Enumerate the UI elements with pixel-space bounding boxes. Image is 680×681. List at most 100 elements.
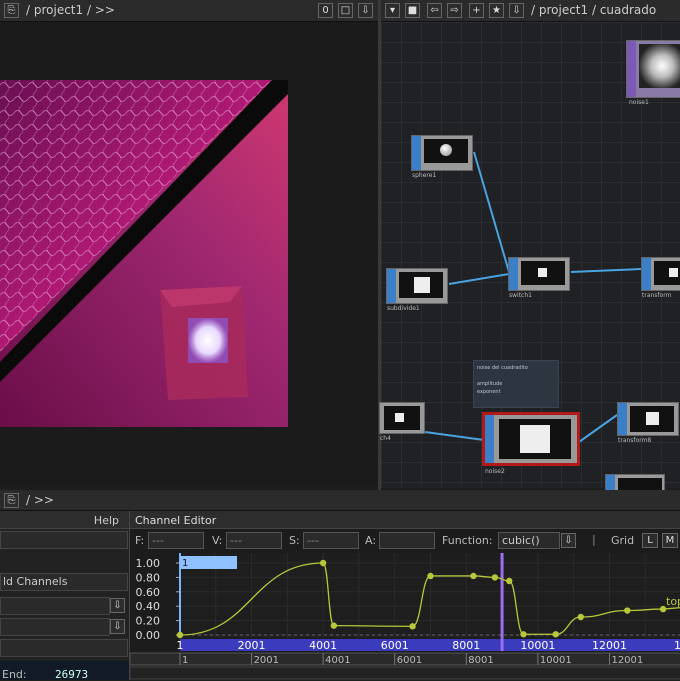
ruler-label: 8001 bbox=[468, 655, 493, 666]
left-node-label: ch4 bbox=[380, 435, 391, 442]
viewer-titlebar: ⎘ / project1 / >> 0 □ ⇩ bbox=[0, 0, 380, 22]
left-partial-node[interactable]: ch4 bbox=[379, 402, 425, 442]
noise2-node[interactable]: noise2 bbox=[482, 412, 580, 475]
keyframe-point bbox=[330, 622, 338, 629]
channel-editor-header: Channel Editor bbox=[130, 511, 680, 529]
ruler-label: 10001 bbox=[540, 655, 572, 666]
noise1-label: noise1 bbox=[629, 99, 649, 106]
ruler-label: 2001 bbox=[254, 655, 279, 666]
network-path[interactable]: / project1 / cuadrado bbox=[531, 3, 656, 17]
add-channels-button[interactable]: ld Channels bbox=[0, 573, 128, 591]
network-titlebar: ▾ ■ ⇦ ⇨ + ★ ⇩ / project1 / cuadrado bbox=[381, 0, 680, 22]
switch1-node[interactable]: switch1 bbox=[508, 257, 570, 299]
comment-line: noise del cuadradito bbox=[477, 365, 528, 371]
channel-editor-title: Channel Editor bbox=[135, 514, 217, 527]
sphere1-node[interactable]: sphere1 bbox=[411, 135, 473, 179]
viewer-path[interactable]: / project1 / >> bbox=[26, 3, 115, 17]
s-field[interactable]: --- bbox=[303, 532, 359, 549]
empty-field[interactable] bbox=[0, 531, 128, 549]
stop-button[interactable]: ■ bbox=[405, 3, 420, 18]
box-icon bbox=[520, 425, 550, 453]
end-value[interactable]: 26973 bbox=[55, 668, 88, 681]
channel-graph[interactable]: 1.000.800.600.400.200.001 2001 4001 6001 800… bbox=[130, 553, 680, 680]
transform-node[interactable]: transform bbox=[641, 257, 680, 299]
add-button[interactable]: + bbox=[469, 3, 484, 18]
x-tick-label: 1 bbox=[177, 639, 184, 652]
f-label: F: bbox=[135, 534, 145, 547]
playhead-label: 1 bbox=[182, 558, 188, 569]
y-tick-label: 0.80 bbox=[136, 571, 161, 584]
bottom-path[interactable]: / >> bbox=[26, 493, 54, 507]
box-icon bbox=[538, 268, 547, 277]
pane-menu-icon[interactable]: ⎘ bbox=[4, 3, 19, 18]
function-dropdown[interactable]: cubic() bbox=[498, 532, 560, 549]
s-label: S: bbox=[289, 534, 300, 547]
comment-line: exponent bbox=[477, 389, 501, 395]
viewer-zero-button[interactable]: 0 bbox=[318, 3, 333, 18]
series-label: top bbox=[666, 595, 680, 608]
viewer-down-button[interactable]: ⇩ bbox=[358, 3, 373, 18]
keyframe-point bbox=[520, 631, 527, 638]
x-tick-label: 6001 bbox=[381, 639, 409, 652]
forward-button[interactable]: ⇨ bbox=[447, 3, 462, 18]
noise1-node[interactable]: noise1 bbox=[626, 40, 680, 106]
back-button[interactable]: ⇦ bbox=[427, 3, 442, 18]
empty-field[interactable] bbox=[0, 639, 128, 657]
ruler-label: 6001 bbox=[397, 655, 422, 666]
y-tick-label: 1.00 bbox=[136, 557, 161, 570]
grid-l-button[interactable]: L bbox=[642, 533, 658, 548]
y-tick-label: 0.60 bbox=[136, 586, 161, 599]
function-label: Function: bbox=[442, 534, 493, 547]
pane-menu-icon[interactable]: ⎘ bbox=[4, 493, 19, 508]
horizontal-scrollbar bbox=[130, 666, 680, 680]
dropdown-1[interactable] bbox=[0, 597, 110, 615]
x-tick-label: 10001 bbox=[520, 639, 555, 652]
sphere-icon bbox=[440, 144, 452, 156]
keyframe-point bbox=[491, 574, 499, 581]
function-arrow-icon[interactable]: ⇩ bbox=[561, 533, 576, 548]
a-field[interactable] bbox=[379, 532, 435, 549]
subdivide1-node[interactable]: subdivide1 bbox=[386, 268, 448, 312]
keyframe-point bbox=[577, 613, 584, 621]
dropdown-1-arrow-icon[interactable]: ⇩ bbox=[110, 598, 125, 613]
y-tick-label: 0.20 bbox=[136, 615, 161, 628]
x-tick-label: 2001 bbox=[238, 639, 266, 652]
noise2-label: noise2 bbox=[485, 468, 505, 475]
switch1-label: switch1 bbox=[509, 292, 532, 299]
ruler-label: 12001 bbox=[611, 655, 643, 666]
help-menu[interactable]: Help bbox=[94, 514, 119, 527]
comment-box[interactable]: noise del cuadradito amplitude exponent bbox=[473, 360, 559, 408]
viewer-maximize-button[interactable]: □ bbox=[338, 3, 353, 18]
ruler-label: 1 bbox=[182, 655, 188, 666]
keyframe-point bbox=[470, 572, 477, 580]
grid-m-button[interactable]: M bbox=[662, 533, 678, 548]
keyframe-point bbox=[506, 577, 513, 585]
transform8-node[interactable]: transform8 bbox=[617, 402, 679, 444]
x-tick-label: 12001 bbox=[592, 639, 627, 652]
x-tick-label: 8001 bbox=[452, 639, 480, 652]
end-label: End: bbox=[2, 668, 27, 681]
left-panel-header: Help bbox=[0, 511, 129, 529]
network-down-button[interactable]: ⇩ bbox=[509, 3, 524, 18]
transform-label: transform bbox=[642, 292, 672, 299]
v-label: V: bbox=[212, 534, 223, 547]
keyframe-point bbox=[319, 559, 327, 567]
f-field[interactable]: --- bbox=[148, 532, 204, 549]
bookmark-button[interactable]: ★ bbox=[489, 3, 504, 18]
keyframe-point bbox=[552, 631, 559, 638]
v-field[interactable]: --- bbox=[226, 532, 282, 549]
left-panel: Help ld Channels ⇩ ⇩ End: 26973 bbox=[0, 511, 129, 681]
network-canvas[interactable]: noise1 sphere1 subdivide1 switch1 transf… bbox=[379, 22, 680, 494]
y-tick-label: 0.40 bbox=[136, 600, 161, 613]
network-menu-button[interactable]: ▾ bbox=[385, 3, 400, 18]
box-icon bbox=[669, 268, 678, 277]
keyframe-point bbox=[427, 572, 434, 580]
ruler-label: 4001 bbox=[325, 655, 350, 666]
transform8-label: transform8 bbox=[618, 437, 652, 444]
sphere1-label: sphere1 bbox=[412, 172, 437, 179]
viewer-area[interactable] bbox=[0, 22, 378, 487]
dropdown-2[interactable] bbox=[0, 618, 110, 636]
x-tick-label: 14 bbox=[674, 639, 680, 652]
playhead-flag bbox=[180, 556, 237, 569]
dropdown-2-arrow-icon[interactable]: ⇩ bbox=[110, 619, 125, 634]
